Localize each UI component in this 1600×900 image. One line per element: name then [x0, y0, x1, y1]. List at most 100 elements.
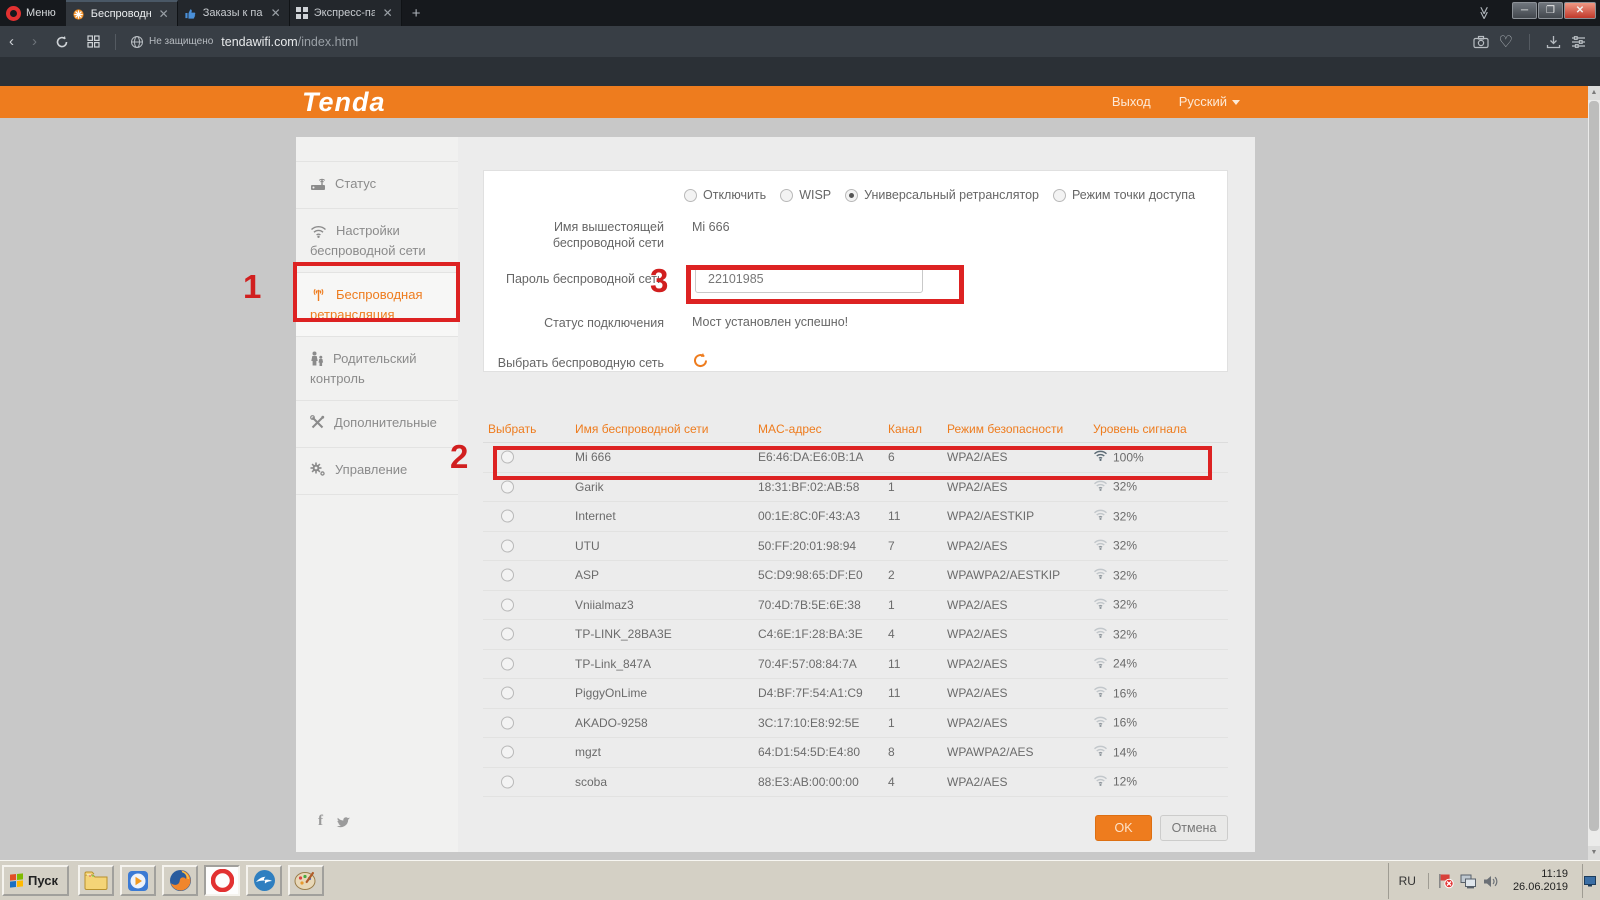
scroll-down-icon[interactable]: ▼: [1588, 846, 1600, 860]
refresh-icon[interactable]: [692, 352, 709, 372]
show-desktop-button[interactable]: [1582, 864, 1596, 898]
forward-icon[interactable]: ›: [23, 33, 46, 50]
network-select-radio[interactable]: [501, 598, 514, 611]
mode-option-ap[interactable]: Режим точки доступа: [1053, 188, 1195, 202]
mode-option-disable[interactable]: Отключить: [684, 188, 766, 202]
network-select-radio[interactable]: [501, 569, 514, 582]
firefox-taskbar-button[interactable]: [162, 865, 198, 896]
wifi-password-label: Пароль беспроводной сети: [484, 271, 664, 287]
chevron-down-icon: [1232, 100, 1240, 105]
window-maximize-button[interactable]: ❐: [1538, 2, 1563, 19]
scrollbar-thumb[interactable]: [1589, 101, 1599, 831]
media-player-taskbar-button[interactable]: [120, 865, 156, 896]
graphics-app-taskbar-button[interactable]: [288, 865, 324, 896]
explorer-taskbar-button[interactable]: [78, 865, 114, 896]
router-header: Tenda Выход Русский: [0, 86, 1588, 118]
url-text[interactable]: tendawifi.com/index.html: [221, 35, 358, 49]
wifi-signal-icon: [1093, 627, 1108, 642]
site-security-badge[interactable]: Не защищено: [122, 35, 221, 49]
folder-icon: [84, 871, 108, 890]
cell-signal: 32%: [1093, 538, 1137, 553]
wifi-signal-icon: [1093, 656, 1108, 671]
openoffice-taskbar-button[interactable]: [246, 865, 282, 896]
mode-option-wisp[interactable]: WISP: [780, 188, 831, 202]
back-icon[interactable]: ‹: [0, 33, 23, 50]
tray-clock[interactable]: 11:19 26.06.2019: [1507, 868, 1574, 894]
tab-close-icon[interactable]: ✕: [269, 6, 283, 20]
cell-channel: 4: [888, 775, 895, 789]
radio-checked-icon[interactable]: [845, 189, 858, 202]
network-select-radio[interactable]: [501, 539, 514, 552]
radio-icon[interactable]: [1053, 189, 1066, 202]
network-select-radio[interactable]: [501, 746, 514, 759]
bookmark-heart-icon[interactable]: ♡: [1499, 32, 1513, 52]
sidebar-item-parental-control[interactable]: Родительский контроль: [296, 337, 458, 401]
window-close-button[interactable]: ✕: [1564, 2, 1596, 19]
language-indicator[interactable]: RU: [1399, 874, 1420, 888]
browser-tab-orders[interactable]: Заказы к паковке ✕: [178, 0, 290, 26]
table-row: Internet00:1E:8C:0F:43:A311WPA2/AESTKIP3…: [483, 502, 1228, 532]
radio-icon[interactable]: [684, 189, 697, 202]
palette-icon: [294, 870, 318, 891]
snapshot-camera-icon[interactable]: [1473, 35, 1489, 49]
cell-ssid: mgzt: [575, 745, 601, 759]
tray-volume-icon[interactable]: [1483, 874, 1499, 889]
window-minimize-button[interactable]: ─: [1512, 2, 1537, 19]
network-select-radio[interactable]: [501, 510, 514, 523]
new-tab-button[interactable]: +: [402, 0, 431, 26]
signal-percent: 16%: [1113, 716, 1137, 730]
start-button[interactable]: Пуск: [2, 865, 69, 896]
parent-child-icon: [310, 351, 324, 370]
select-network-label: Выбрать беспроводную сеть: [484, 355, 664, 371]
cell-signal: 32%: [1093, 479, 1137, 494]
downloads-icon[interactable]: [1546, 35, 1561, 49]
opera-menu-button[interactable]: Меню: [0, 0, 66, 26]
annotation-number-3: 3: [650, 262, 668, 300]
sidebar-item-advanced[interactable]: Дополнительные: [296, 401, 458, 448]
wifi-signal-icon: [1093, 597, 1108, 612]
reload-icon[interactable]: [46, 35, 78, 49]
tab-title: Заказы к паковке: [203, 7, 263, 19]
network-select-radio[interactable]: [501, 480, 514, 493]
speed-dial-icon[interactable]: [78, 35, 109, 48]
annotation-number-2: 2: [450, 438, 468, 476]
wifi-signal-icon: [1093, 715, 1108, 730]
logout-link[interactable]: Выход: [1112, 94, 1151, 109]
wifi-signal-icon: [1093, 538, 1108, 553]
settings-sliders-icon[interactable]: [1571, 35, 1586, 49]
sidebar-item-administration[interactable]: Управление: [296, 448, 458, 495]
browser-tab-speeddial[interactable]: Экспресс-панель ✕: [290, 0, 402, 26]
cancel-button[interactable]: Отмена: [1160, 815, 1228, 841]
opera-taskbar-button[interactable]: [204, 865, 240, 896]
system-tray: RU 11:19 26.06.2019: [1388, 863, 1600, 899]
signal-percent: 32%: [1113, 480, 1137, 494]
tab-close-icon[interactable]: ✕: [157, 7, 171, 21]
table-row: UTU50:FF:20:01:98:947WPA2/AES32%: [483, 532, 1228, 562]
gear-icon: [310, 462, 326, 481]
signal-percent: 16%: [1113, 686, 1137, 700]
network-select-radio[interactable]: [501, 716, 514, 729]
browser-tab-router[interactable]: Беспроводной маршрутизат ✕: [66, 0, 178, 26]
cell-ssid: Internet: [575, 509, 616, 523]
scroll-up-icon[interactable]: ▲: [1588, 86, 1600, 100]
sidebar-item-status[interactable]: Статус: [296, 161, 458, 209]
cell-channel: 11: [888, 657, 900, 671]
radio-icon[interactable]: [780, 189, 793, 202]
twitter-icon[interactable]: [335, 816, 350, 828]
network-select-radio[interactable]: [501, 657, 514, 670]
network-select-radio[interactable]: [501, 628, 514, 641]
tray-flag-error-icon[interactable]: [1437, 873, 1454, 889]
tab-close-icon[interactable]: ✕: [381, 6, 395, 20]
table-row: mgzt64:D1:54:5D:E4:808WPAWPA2/AES14%: [483, 738, 1228, 768]
page-scrollbar[interactable]: ▲ ▼: [1588, 86, 1600, 860]
tray-network-icon[interactable]: [1460, 874, 1477, 889]
tab-menu-chevron-icon[interactable]: ≫: [1476, 6, 1492, 18]
ok-button[interactable]: OK: [1095, 815, 1152, 841]
network-select-radio[interactable]: [501, 775, 514, 788]
network-select-radio[interactable]: [501, 687, 514, 700]
facebook-icon[interactable]: f: [318, 813, 323, 830]
cell-channel: 11: [888, 509, 900, 523]
cell-channel: 8: [888, 745, 895, 759]
language-dropdown[interactable]: Русский: [1179, 94, 1240, 109]
mode-option-universal-repeater[interactable]: Универсальный ретранслятор: [845, 188, 1039, 202]
